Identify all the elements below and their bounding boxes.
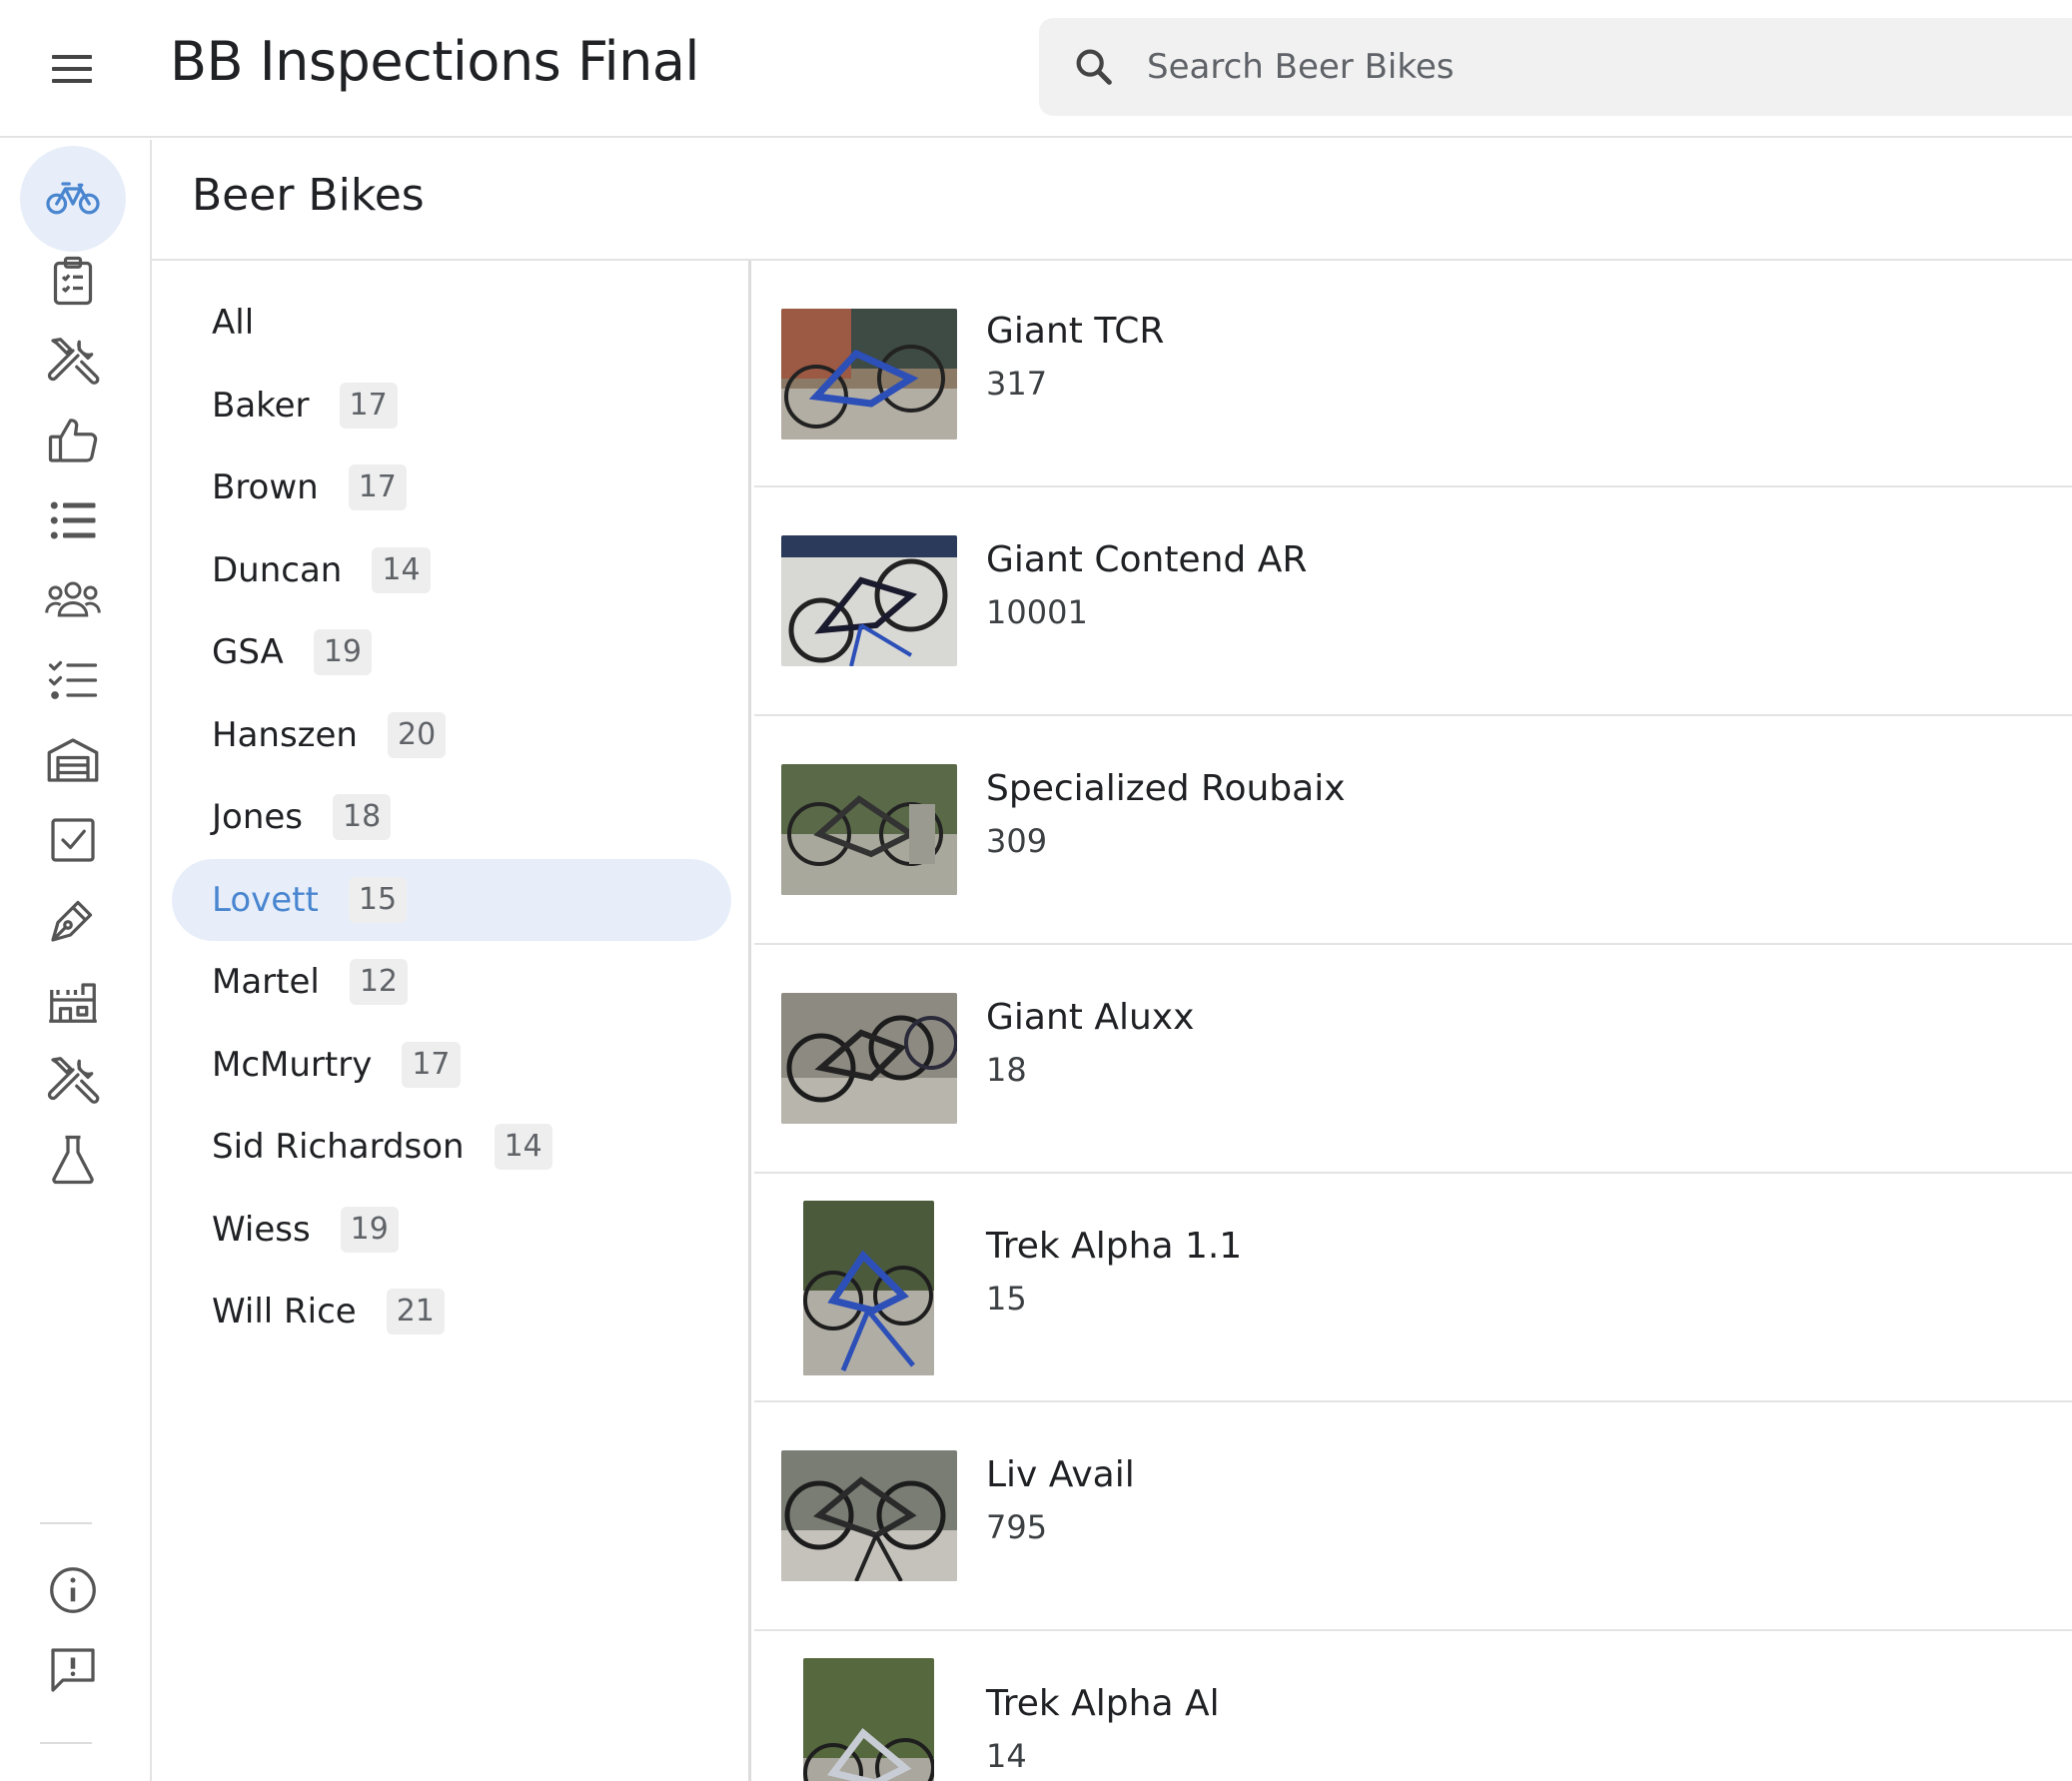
filter-label: Martel — [212, 962, 320, 1002]
building-icon — [49, 983, 97, 1023]
checklist-icon — [48, 660, 98, 699]
nav-tests[interactable] — [20, 1107, 126, 1213]
group-icon — [45, 581, 101, 617]
bike-number: 309 — [986, 822, 1048, 860]
filter-label: Wiess — [212, 1210, 311, 1250]
bike-name: Trek Alpha Al — [986, 1683, 1220, 1724]
feedback-icon — [51, 1648, 95, 1692]
bike-row[interactable]: Giant Contend AR 10001 — [754, 489, 2072, 716]
search-input[interactable] — [1147, 38, 2026, 96]
garage-icon — [47, 738, 99, 782]
bike-photo — [781, 1450, 957, 1581]
filter-hanszen[interactable]: Hanszen 20 — [172, 694, 731, 776]
bike-photo — [781, 309, 957, 440]
bike-name: Giant Aluxx — [986, 997, 1195, 1038]
count-badge: 20 — [387, 712, 447, 758]
filter-wiess[interactable]: Wiess 19 — [172, 1189, 731, 1271]
search-icon — [1076, 49, 1112, 85]
bike-name: Specialized Roubaix — [986, 768, 1346, 809]
count-badge: 14 — [372, 547, 431, 593]
menu-icon[interactable] — [42, 44, 102, 94]
rail-divider — [40, 1522, 92, 1524]
count-badge: 17 — [402, 1042, 461, 1088]
filter-baker[interactable]: Baker 17 — [172, 365, 731, 446]
filter-label: Will Rice — [212, 1292, 357, 1332]
bike-photo — [803, 1658, 934, 1781]
count-badge: 19 — [340, 1207, 399, 1253]
bike-number: 10001 — [986, 593, 1088, 631]
app-title: BB Inspections Final — [170, 30, 699, 93]
bicycle-icon — [46, 182, 100, 215]
tools-icon — [47, 1057, 100, 1104]
count-badge: 17 — [348, 464, 407, 510]
thumbs-up-icon — [48, 419, 98, 462]
tools-icon — [47, 338, 100, 385]
bike-list: Giant TCR 317 Giant Contend AR 10001 Spe… — [754, 261, 2072, 1781]
bike-photo — [781, 764, 957, 895]
bike-row[interactable]: Giant TCR 317 — [754, 261, 2072, 487]
bike-number: 795 — [986, 1508, 1048, 1546]
bike-row[interactable]: Trek Alpha 1.1 15 — [754, 1176, 2072, 1402]
filter-jones[interactable]: Jones 18 — [172, 776, 731, 858]
count-badge: 15 — [348, 877, 408, 923]
nav-rail — [0, 140, 152, 1781]
filter-will-rice[interactable]: Will Rice 21 — [172, 1271, 731, 1352]
checkbox-icon — [51, 818, 95, 862]
count-badge: 18 — [333, 794, 392, 840]
bike-photo — [781, 535, 957, 666]
flask-icon — [52, 1135, 94, 1185]
college-filter-list: All Baker 17 Brown 17 Duncan 14 GSA 19 H… — [152, 261, 751, 1781]
app-header: BB Inspections Final — [0, 0, 2072, 138]
filter-sid-richardson[interactable]: Sid Richardson 14 — [172, 1106, 731, 1188]
search-bar[interactable] — [1039, 18, 2072, 116]
page-title: Beer Bikes — [192, 170, 425, 221]
filter-label: GSA — [212, 632, 284, 672]
filter-all[interactable]: All — [172, 282, 731, 364]
bike-name: Trek Alpha 1.1 — [986, 1226, 1243, 1267]
bike-row[interactable]: Giant Aluxx 18 — [754, 947, 2072, 1174]
bike-number: 317 — [986, 365, 1048, 403]
filter-gsa[interactable]: GSA 19 — [172, 611, 731, 693]
rail-divider — [40, 1742, 92, 1744]
bike-name: Giant Contend AR — [986, 539, 1308, 580]
filter-label: Duncan — [212, 550, 343, 590]
bulleted-list-icon — [50, 501, 96, 539]
bike-photo — [781, 993, 957, 1124]
bike-row[interactable]: Liv Avail 795 — [754, 1404, 2072, 1631]
filter-label: Sid Richardson — [212, 1127, 465, 1167]
filter-label: McMurtry — [212, 1045, 373, 1085]
bike-number: 18 — [986, 1051, 1027, 1089]
bike-number: 14 — [986, 1737, 1027, 1775]
count-badge: 17 — [339, 383, 398, 429]
bike-row[interactable]: Trek Alpha Al 14 — [754, 1633, 2072, 1781]
filter-label: Jones — [212, 797, 304, 837]
filter-label: Lovett — [212, 880, 319, 920]
bike-name: Giant TCR — [986, 311, 1165, 352]
filter-label: Baker — [212, 386, 310, 426]
filter-brown[interactable]: Brown 17 — [172, 446, 731, 528]
bike-name: Liv Avail — [986, 1454, 1135, 1495]
info-icon — [50, 1567, 96, 1613]
nav-feedback[interactable] — [20, 1617, 126, 1723]
count-badge: 19 — [313, 629, 373, 675]
count-badge: 12 — [349, 959, 409, 1005]
filter-label: Hanszen — [212, 715, 358, 755]
filter-duncan[interactable]: Duncan 14 — [172, 529, 731, 611]
clipboard-checklist-icon — [53, 256, 93, 306]
filter-label: Brown — [212, 467, 319, 507]
pen-icon — [51, 900, 93, 942]
filter-label: All — [212, 303, 255, 343]
filter-martel[interactable]: Martel 12 — [172, 941, 731, 1023]
count-badge: 21 — [386, 1289, 445, 1335]
bike-number: 15 — [986, 1280, 1027, 1318]
count-badge: 14 — [494, 1124, 552, 1170]
filter-mcmurtry[interactable]: McMurtry 17 — [172, 1024, 731, 1106]
bike-photo — [803, 1201, 934, 1375]
bike-row[interactable]: Specialized Roubaix 309 — [754, 718, 2072, 945]
filter-lovett[interactable]: Lovett 15 — [172, 859, 731, 941]
